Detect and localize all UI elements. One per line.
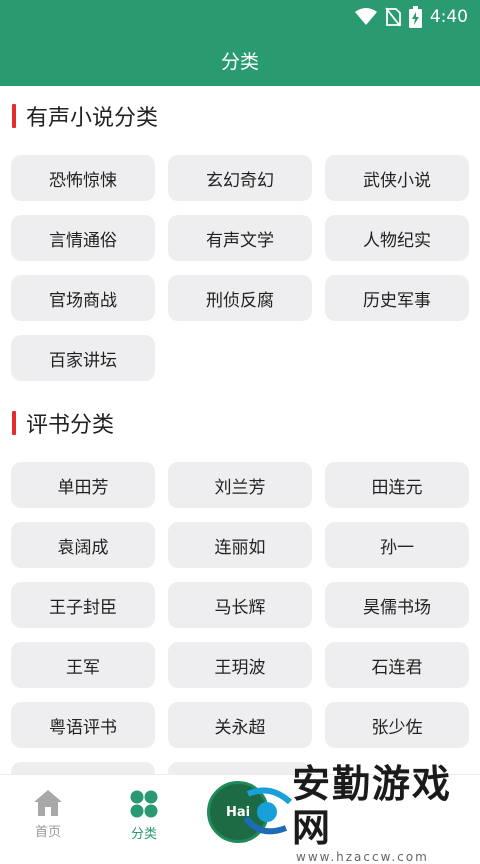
storyteller-chip[interactable]: 石连君 — [325, 642, 469, 688]
category-chip[interactable]: 玄幻奇幻 — [168, 155, 312, 201]
no-sim-icon — [385, 7, 401, 27]
storyteller-chip[interactable]: 粤语评书 — [11, 702, 155, 748]
storyteller-chip[interactable]: 马长辉 — [168, 582, 312, 628]
category-chip[interactable]: 历史军事 — [325, 275, 469, 321]
storyteller-chip[interactable]: 田连元 — [325, 462, 469, 508]
nav-category[interactable]: 分类 — [114, 789, 174, 842]
storyteller-chip[interactable]: 王子封臣 — [11, 582, 155, 628]
header-bar: 分类 — [0, 34, 480, 86]
storyteller-chip[interactable]: 王军 — [11, 642, 155, 688]
watermark-overlay: 安勤游戏网 www.hzaccw.com — [240, 762, 476, 864]
category-chip[interactable]: 刑侦反腐 — [168, 275, 312, 321]
storyteller-chip-partial[interactable] — [11, 762, 155, 774]
section-title-text: 有声小说分类 — [26, 106, 159, 131]
category-chip[interactable]: 武侠小说 — [325, 155, 469, 201]
storyteller-chip[interactable]: 孙一 — [325, 522, 469, 568]
category-chip[interactable]: 百家讲坛 — [11, 335, 155, 381]
storyteller-chip[interactable]: 连丽如 — [168, 522, 312, 568]
section-accent-bar — [12, 411, 16, 435]
storyteller-category-grid: 单田芳 刘兰芳 田连元 袁阔成 连丽如 孙一 王子封臣 马长辉 昊儒书场 王军 … — [11, 462, 470, 774]
status-time: 4:40 — [429, 7, 468, 27]
nav-home-label: 首页 — [34, 825, 61, 840]
storyteller-chip[interactable]: 单田芳 — [11, 462, 155, 508]
section-title-audio-novels: 有声小说分类 — [12, 101, 158, 131]
section-title-text: 评书分类 — [26, 413, 115, 438]
audio-novel-category-grid: 恐怖惊悚 玄幻奇幻 武侠小说 言情通俗 有声文学 人物纪实 官场商战 刑侦反腐 … — [11, 155, 470, 381]
storyteller-chip[interactable]: 刘兰芳 — [168, 462, 312, 508]
storyteller-chip[interactable]: 袁阔成 — [11, 522, 155, 568]
category-chip[interactable]: 官场商战 — [11, 275, 155, 321]
section-title-storytelling: 评书分类 — [12, 408, 114, 438]
watermark-text: 安勤游戏网 — [292, 762, 453, 850]
watermark-logo-icon — [240, 784, 294, 844]
nav-category-label: 分类 — [130, 827, 157, 842]
category-content[interactable]: 有声小说分类 恐怖惊悚 玄幻奇幻 武侠小说 言情通俗 有声文学 人物纪实 官场商… — [0, 86, 480, 774]
storyteller-chip[interactable]: 王玥波 — [168, 642, 312, 688]
battery-charging-icon — [408, 6, 422, 28]
home-icon — [33, 789, 63, 821]
category-chip[interactable]: 恐怖惊悚 — [11, 155, 155, 201]
nav-home[interactable]: 首页 — [18, 789, 78, 840]
category-chip[interactable]: 有声文学 — [168, 215, 312, 261]
storyteller-chip[interactable]: 昊儒书场 — [325, 582, 469, 628]
storyteller-chip-partial[interactable] — [168, 762, 312, 774]
category-chip[interactable]: 言情通俗 — [11, 215, 155, 261]
watermark-url: www.hzaccw.com — [296, 850, 429, 864]
page-title: 分类 — [220, 50, 259, 73]
wifi-icon — [354, 8, 377, 26]
section-accent-bar — [12, 104, 16, 128]
storyteller-chip[interactable]: 张少佐 — [325, 702, 469, 748]
category-grid-icon — [129, 789, 159, 823]
storyteller-chip[interactable]: 关永超 — [168, 702, 312, 748]
status-bar: 4:40 — [0, 0, 480, 34]
category-chip[interactable]: 人物纪实 — [325, 215, 469, 261]
